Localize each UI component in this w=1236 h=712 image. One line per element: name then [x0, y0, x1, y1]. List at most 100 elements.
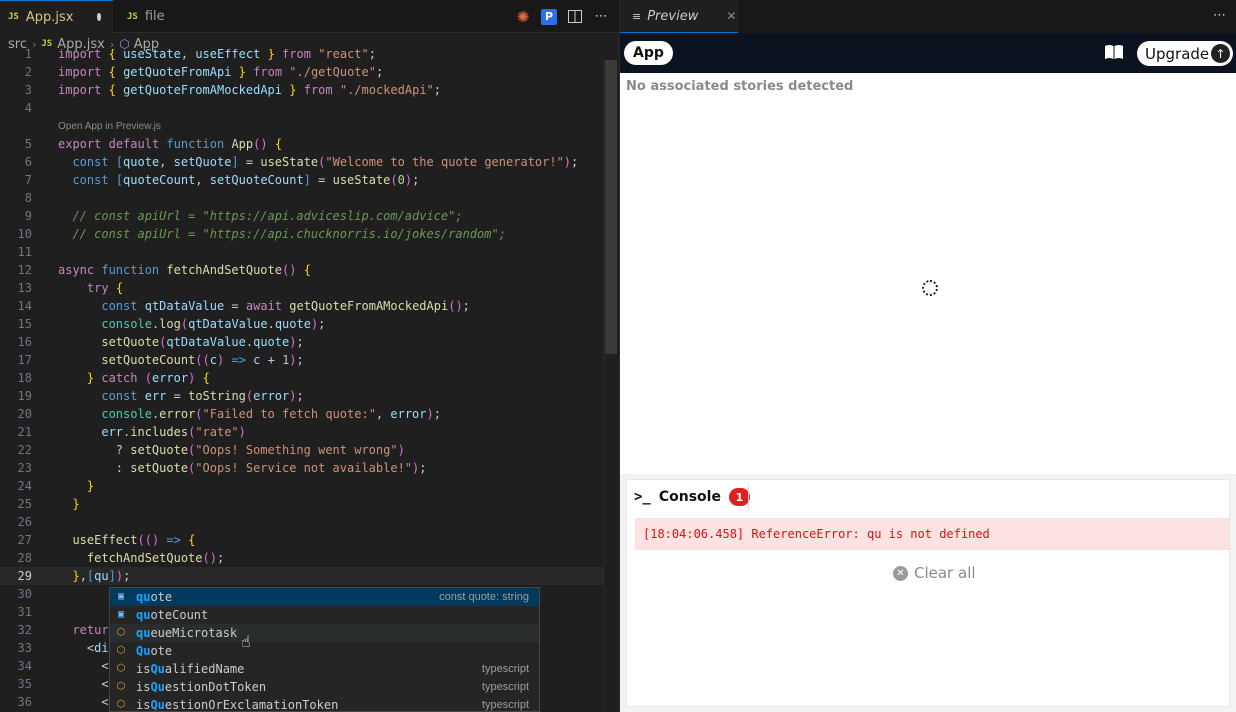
- code-line[interactable]: 18 } catch (error) {: [0, 369, 603, 387]
- cube-icon: ⬡: [116, 699, 126, 710]
- code-line[interactable]: 25 }: [0, 495, 603, 513]
- line-number: 3: [24, 83, 32, 97]
- line-number: 28: [17, 551, 32, 565]
- code-line[interactable]: 22 ? setQuote("Oops! Something went wron…: [0, 441, 603, 459]
- sparkle-icon[interactable]: ✺: [515, 8, 531, 26]
- code-line[interactable]: 21 err.includes("rate"): [0, 423, 603, 441]
- code-line[interactable]: 19 const err = toString(error);: [0, 387, 603, 405]
- js-file-icon: JS: [8, 12, 19, 22]
- suggestion-detail: typescript: [481, 699, 529, 711]
- code-line[interactable]: 9 // const apiUrl = "https://api.advices…: [0, 207, 603, 225]
- split-editor-icon[interactable]: [567, 9, 583, 25]
- line-number: 13: [17, 281, 32, 295]
- code-text: try {: [86, 281, 124, 295]
- codelens-open-in-preview[interactable]: Open App in Preview.js: [58, 121, 161, 132]
- code-text: }: [72, 497, 80, 511]
- code-line[interactable]: 20 console.error("Failed to fetch quote:…: [0, 405, 603, 423]
- line-number: 36: [17, 695, 32, 709]
- scrollbar-thumb[interactable]: [605, 60, 617, 354]
- code-line[interactable]: 12 async function fetchAndSetQuote() {: [0, 261, 603, 279]
- code-line[interactable]: 2 import { getQuoteFromApi } from "./getQ…: [0, 63, 603, 81]
- console-container: >_ Console 1 [18:04:06.458] ReferenceErr…: [620, 474, 1236, 712]
- suggestion-item[interactable]: ⬡ isQuestionDotToken typescript: [110, 678, 539, 696]
- code-line[interactable]: 24 }: [0, 477, 603, 495]
- clear-all-button[interactable]: ✕ Clear all: [893, 564, 976, 582]
- line-number: 7: [24, 173, 32, 187]
- console-title: Console: [658, 489, 721, 505]
- no-stories-message: No associated stories detected: [626, 79, 854, 94]
- line-number: 35: [17, 677, 32, 691]
- code-line[interactable]: 14 const qtDataValue = await getQuoteFro…: [0, 297, 603, 315]
- suggestion-item[interactable]: ⬡ isQualifiedName typescript: [110, 660, 539, 678]
- suggestion-item[interactable]: ⬡ Quote: [110, 642, 539, 660]
- loading-spinner-icon: [922, 280, 938, 296]
- code-line[interactable]: 26: [0, 513, 603, 531]
- book-icon[interactable]: [1104, 44, 1124, 64]
- tab-file[interactable]: JS file: [113, 0, 193, 33]
- tab-preview[interactable]: ≡ Preview ✕: [620, 0, 738, 33]
- code-line[interactable]: 6 const [quote, setQuote] = useState("We…: [0, 153, 603, 171]
- upgrade-button[interactable]: Upgrade ↑: [1137, 41, 1233, 66]
- code-text: async function fetchAndSetQuote() {: [58, 263, 311, 277]
- line-number: 31: [17, 605, 32, 619]
- variable-icon: ▣: [117, 609, 125, 620]
- console-error-message: [18:04:06.458] ReferenceError: qu is not…: [635, 518, 1229, 550]
- code-line[interactable]: 28 fetchAndSetQuote();: [0, 549, 603, 567]
- tab-app-jsx[interactable]: JS App.jsx: [0, 0, 113, 33]
- autocomplete-suggestions[interactable]: ▣ quote const quote: string ▣ quoteCount ⬡ que…: [109, 587, 540, 712]
- suggestion-label: quoteCount: [136, 608, 209, 622]
- more-actions-icon[interactable]: ⋯: [1213, 8, 1226, 23]
- code-text: export default function App() {: [58, 137, 283, 151]
- hand-pointer-icon: ☝: [241, 632, 251, 651]
- suggestion-label: quote: [136, 590, 173, 604]
- code-line[interactable]: 23 : setQuote("Oops! Service not availab…: [0, 459, 603, 477]
- close-icon[interactable]: ✕: [726, 9, 736, 23]
- suggestion-item[interactable]: ⬡ isQuestionOrExclamationToken typescript: [110, 696, 539, 711]
- line-number: 19: [17, 389, 32, 403]
- code-line[interactable]: 4: [0, 99, 603, 117]
- code-line[interactable]: 16 setQuote(qtDataValue.quote);: [0, 333, 603, 351]
- code-text: ? setQuote("Oops! Something went wrong"): [58, 443, 405, 457]
- code-line[interactable]: 7 const [quoteCount, setQuoteCount] = us…: [0, 171, 603, 189]
- code-line[interactable]: 15 console.log(qtDataValue.quote);: [0, 315, 603, 333]
- line-number: 24: [17, 479, 32, 493]
- line-number: 33: [17, 641, 32, 655]
- suggestion-detail: const quote: string: [439, 591, 529, 603]
- line-number: 6: [24, 155, 32, 169]
- cube-icon: ⬡: [116, 681, 126, 692]
- code-editor: JS App.jsx JS file ✺ P ⋯ src › JS App.js…: [0, 0, 619, 712]
- clear-all-label: Clear all: [914, 564, 976, 582]
- code-line[interactable]: 13 try {: [0, 279, 603, 297]
- js-file-icon: JS: [41, 39, 53, 49]
- code-line[interactable]: 5 export default function App() {: [0, 135, 603, 153]
- code-line[interactable]: 17 setQuoteCount((c) => c + 1);: [0, 351, 603, 369]
- suggestion-item[interactable]: ⬡ queueMicrotask: [110, 624, 539, 642]
- preview-tab-bar: ≡ Preview ✕ ⋯: [620, 0, 1236, 33]
- console-panel: >_ Console 1 [18:04:06.458] ReferenceErr…: [626, 479, 1230, 707]
- p-extension-icon[interactable]: P: [541, 8, 557, 25]
- code-line[interactable]: 1 import { useState, useEffect } from "re…: [0, 49, 603, 63]
- suggestion-item[interactable]: ▣ quoteCount: [110, 606, 539, 624]
- code-line[interactable]: 29 },[qu]);: [0, 567, 603, 585]
- preview-toolbar: App Upgrade ↑: [620, 33, 1236, 73]
- code-line[interactable]: 11: [0, 243, 603, 261]
- code-text: console.log(qtDataValue.quote);: [101, 317, 326, 331]
- more-actions-icon[interactable]: ⋯: [593, 9, 609, 25]
- code-line[interactable]: 8: [0, 189, 603, 207]
- line-number: 4: [24, 101, 32, 115]
- code-text: setQuoteCount((c) => c + 1);: [101, 353, 304, 367]
- code-line[interactable]: 10 // const apiUrl = "https://api.chuckn…: [0, 225, 603, 243]
- line-number: 30: [17, 587, 32, 601]
- suggestion-label: isQualifiedName: [136, 662, 245, 676]
- line-number: 34: [17, 659, 32, 673]
- unsaved-dot-icon[interactable]: [97, 13, 101, 21]
- code-text: retur: [72, 623, 109, 637]
- error-count-badge: 1: [728, 488, 750, 506]
- app-button[interactable]: App: [624, 41, 673, 65]
- console-header[interactable]: >_ Console 1: [634, 488, 750, 506]
- suggestion-item[interactable]: ▣ quote const quote: string: [110, 588, 539, 606]
- js-file-icon: JS: [127, 11, 138, 22]
- code-line[interactable]: 27 useEffect(() => {: [0, 531, 603, 549]
- code-line[interactable]: 3 import { getQuoteFromAMockedApi } from …: [0, 81, 603, 99]
- line-number: 16: [17, 335, 32, 349]
